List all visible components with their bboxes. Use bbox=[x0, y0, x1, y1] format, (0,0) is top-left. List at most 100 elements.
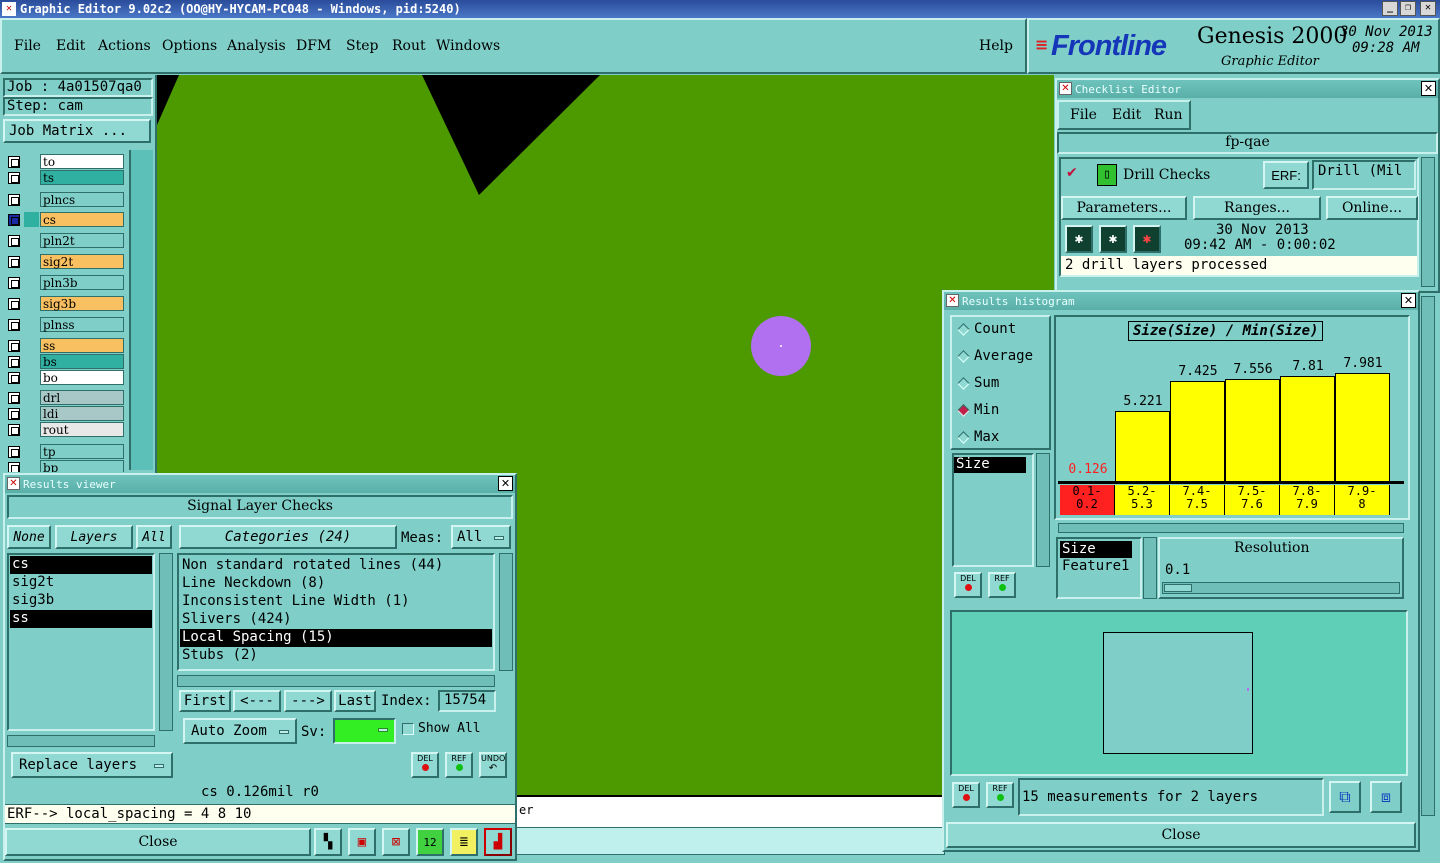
show-all-checkbox[interactable] bbox=[402, 723, 414, 735]
chart-hscroll[interactable] bbox=[1058, 523, 1404, 533]
layer-checkbox[interactable] bbox=[8, 277, 20, 289]
layer-checkbox[interactable] bbox=[8, 156, 20, 168]
histogram-bar[interactable] bbox=[1335, 373, 1390, 481]
close-window-button[interactable]: ✕ bbox=[1420, 1, 1436, 16]
layer-row-plncs[interactable]: plncs bbox=[6, 192, 124, 207]
layer-row-sig2t[interactable]: sig2t bbox=[6, 254, 124, 269]
layer-name[interactable]: ldi bbox=[40, 406, 124, 421]
mode-max[interactable]: Max bbox=[956, 428, 1046, 448]
category-item[interactable]: Inconsistent Line Width (1) bbox=[180, 593, 492, 611]
none-button[interactable]: None bbox=[7, 525, 51, 549]
layer-checkbox[interactable] bbox=[8, 372, 20, 384]
last-button[interactable]: Last bbox=[334, 690, 376, 712]
notes-icon[interactable]: ≣ bbox=[450, 828, 478, 856]
layer-name[interactable]: pln3b bbox=[40, 275, 124, 290]
layer-name[interactable]: ts bbox=[40, 170, 124, 185]
meas-dropdown[interactable]: All bbox=[451, 525, 511, 549]
menu-actions[interactable]: Actions bbox=[98, 38, 151, 54]
stop-icon[interactable]: ✱ bbox=[1133, 225, 1161, 253]
layer-checkbox[interactable] bbox=[8, 298, 20, 310]
first-button[interactable]: First bbox=[179, 690, 231, 712]
layer-row-pln2t[interactable]: pln2t bbox=[6, 233, 124, 248]
layer-name[interactable]: bo bbox=[40, 370, 124, 385]
layer-name[interactable]: drl bbox=[40, 390, 124, 405]
radio-icon[interactable] bbox=[957, 431, 970, 444]
layers-button[interactable]: Layers bbox=[55, 525, 133, 549]
check-enabled-icon[interactable]: ✔ bbox=[1066, 165, 1078, 181]
ref-button[interactable]: REF bbox=[445, 752, 473, 778]
minimize-button[interactable]: _ bbox=[1382, 1, 1398, 16]
help-menu[interactable]: Help bbox=[979, 38, 1013, 54]
layer-row-plnss[interactable]: plnss bbox=[6, 317, 124, 332]
rv-layer-item[interactable]: sig2t bbox=[10, 574, 152, 592]
all-layers-button[interactable]: All bbox=[136, 525, 172, 549]
layer-checkbox[interactable] bbox=[8, 446, 20, 458]
menu-rout[interactable]: Rout bbox=[392, 38, 426, 54]
index-input[interactable]: 15754 bbox=[438, 690, 496, 712]
layer-name[interactable]: bs bbox=[40, 354, 124, 369]
layer-row-to[interactable]: to bbox=[6, 154, 124, 169]
menu-windows[interactable]: Windows bbox=[436, 38, 500, 54]
layer-checkbox[interactable] bbox=[8, 214, 20, 226]
layer-row-ss[interactable]: ss bbox=[6, 338, 124, 353]
ranges-button[interactable]: Ranges... bbox=[1193, 196, 1321, 220]
attr-scrollbar[interactable] bbox=[1036, 453, 1050, 567]
layer-checkbox[interactable] bbox=[8, 194, 20, 206]
layer-list-hscroll[interactable] bbox=[7, 735, 155, 747]
layer-checkbox[interactable] bbox=[8, 424, 20, 436]
histogram-bar[interactable] bbox=[1225, 379, 1280, 481]
layer-row-pln3b[interactable]: pln3b bbox=[6, 275, 124, 290]
menu-analysis[interactable]: Analysis bbox=[227, 38, 286, 54]
layer-name[interactable]: tp bbox=[40, 444, 124, 459]
feature-item[interactable]: Size bbox=[1060, 541, 1132, 558]
parameters-button[interactable]: Parameters... bbox=[1061, 196, 1187, 220]
layer-list-scrollbar[interactable] bbox=[159, 553, 173, 731]
mode-average[interactable]: Average bbox=[956, 347, 1046, 367]
feature-item[interactable]: Feature1 bbox=[1060, 558, 1132, 575]
zoom-all-icon[interactable]: ⧈ bbox=[1370, 781, 1402, 813]
monitor-icon[interactable]: ▣ bbox=[348, 828, 376, 856]
layer-name[interactable]: cs bbox=[40, 212, 124, 227]
bin-label[interactable]: 7.8- 7.9 bbox=[1280, 485, 1335, 515]
layer-name[interactable]: sig3b bbox=[40, 296, 124, 311]
preview-del-button[interactable]: DEL bbox=[952, 782, 980, 808]
checklist-menu-run[interactable]: Run bbox=[1154, 107, 1183, 123]
slider-thumb[interactable] bbox=[1164, 584, 1192, 592]
histogram-bar[interactable] bbox=[1170, 381, 1225, 481]
category-item[interactable]: Line Neckdown (8) bbox=[180, 575, 492, 593]
menu-step[interactable]: Step bbox=[346, 38, 378, 54]
layer-checkbox[interactable] bbox=[8, 340, 20, 352]
rv-layer-item[interactable]: sig3b bbox=[10, 592, 152, 610]
layer-checkbox[interactable] bbox=[8, 235, 20, 247]
bin-label[interactable]: 5.2- 5.3 bbox=[1115, 485, 1170, 515]
hist-ref-button[interactable]: REF bbox=[988, 572, 1016, 598]
zoom-features-icon[interactable]: ⧉ bbox=[1329, 781, 1361, 813]
close-icon[interactable]: ✕ bbox=[1401, 293, 1416, 308]
layer-checkbox[interactable] bbox=[8, 319, 20, 331]
replace-layers-button[interactable]: Replace layers bbox=[11, 752, 173, 778]
run-icon[interactable]: ✱ bbox=[1065, 225, 1093, 253]
histogram-bar[interactable] bbox=[1115, 411, 1170, 481]
layer-row-ldi[interactable]: ldi bbox=[6, 406, 124, 421]
layer-row-bs[interactable]: bs bbox=[6, 354, 124, 369]
menu-dfm[interactable]: DFM bbox=[296, 38, 331, 54]
close-icon[interactable]: ✕ bbox=[1421, 81, 1436, 96]
del-button[interactable]: DEL bbox=[411, 752, 439, 778]
layer-name[interactable]: rout bbox=[40, 422, 124, 437]
categories-hscroll[interactable] bbox=[177, 675, 495, 687]
checklist-menu-file[interactable]: File bbox=[1070, 107, 1097, 123]
bin-label[interactable]: 0.1- 0.2 bbox=[1060, 485, 1115, 515]
layer-name[interactable]: plncs bbox=[40, 192, 124, 207]
auto-zoom-button[interactable]: Auto Zoom bbox=[183, 718, 297, 744]
attr-item[interactable]: Size bbox=[954, 457, 1026, 473]
job-matrix-button[interactable]: Job Matrix ... bbox=[3, 119, 151, 143]
layer-checkbox[interactable] bbox=[8, 462, 20, 472]
layer-row-rout[interactable]: rout bbox=[6, 422, 124, 437]
category-item[interactable]: Non standard rotated lines (44) bbox=[180, 557, 492, 575]
radio-icon[interactable] bbox=[957, 377, 970, 390]
rv-layer-item[interactable]: ss bbox=[10, 610, 152, 628]
checklist-menu-edit[interactable]: Edit bbox=[1112, 107, 1141, 123]
mode-sum[interactable]: Sum bbox=[956, 374, 1046, 394]
radio-icon[interactable] bbox=[957, 350, 970, 363]
layer-checkbox[interactable] bbox=[8, 256, 20, 268]
